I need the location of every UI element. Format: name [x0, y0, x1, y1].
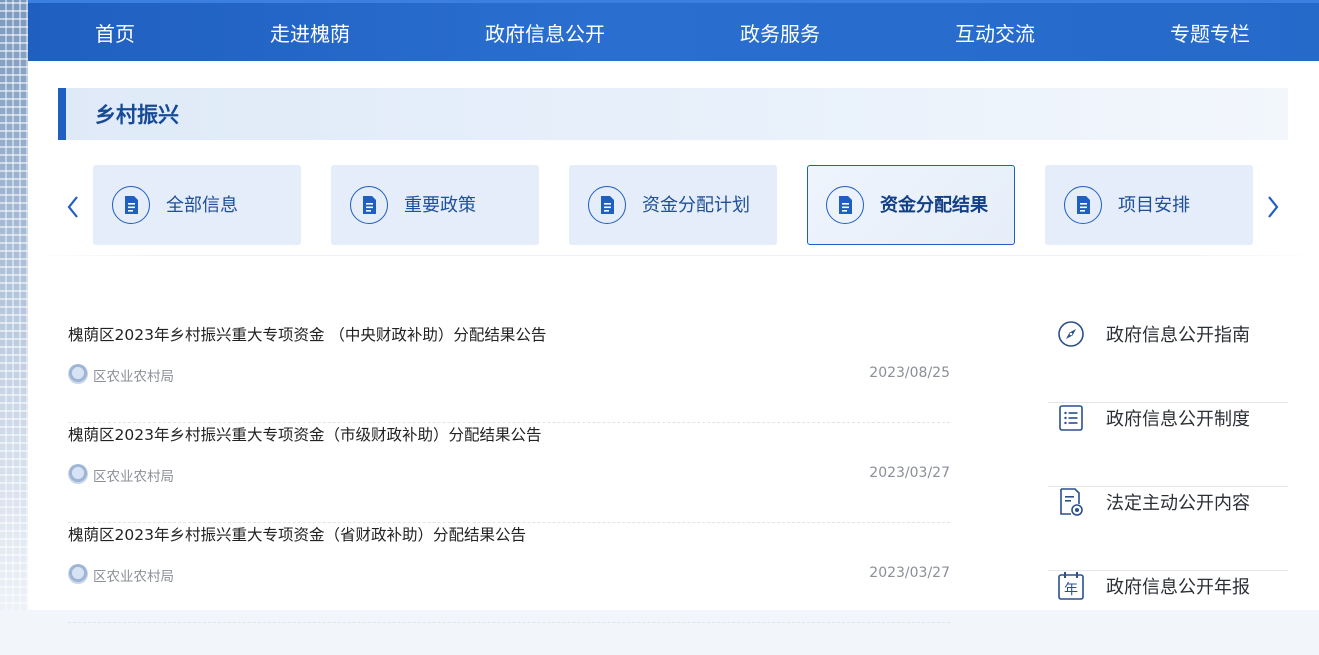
- tab-project-arrangement[interactable]: 项目安排: [1045, 165, 1253, 245]
- document-icon: [350, 186, 388, 224]
- nav-item-gov-info[interactable]: 政府信息公开: [485, 3, 605, 61]
- main-content: 乡村振兴 全部信息 重要政策 资金分配计划 资金分配结果 项目安排 槐荫区202…: [28, 61, 1319, 623]
- tab-all-info[interactable]: 全部信息: [93, 165, 301, 245]
- tab-fund-result[interactable]: 资金分配结果: [807, 165, 1015, 245]
- nav-item-home[interactable]: 首页: [95, 3, 135, 61]
- sidebar-item-legal-content[interactable]: 法定主动公开内容: [1048, 487, 1288, 571]
- department-logo-icon: [68, 364, 88, 384]
- sidebar-item-guide[interactable]: 政府信息公开指南: [1048, 319, 1288, 403]
- sidebar-item-label: 政府信息公开指南: [1106, 325, 1250, 346]
- top-nav: 首页 走进槐荫 政府信息公开 政务服务 互动交流 专题专栏: [28, 0, 1319, 61]
- list-icon: [1056, 403, 1086, 433]
- nav-item-topics[interactable]: 专题专栏: [1170, 3, 1250, 61]
- chevron-right-icon: [1268, 196, 1279, 218]
- list-item: 槐荫区2023年乡村振兴重大专项资金（市级财政补助）分配结果公告 区农业农村局 …: [68, 423, 950, 523]
- sidebar-item-system[interactable]: 政府信息公开制度: [1048, 403, 1288, 487]
- list-item: 槐荫区2023年乡村振兴重大专项资金（省财政补助）分配结果公告 区农业农村局 2…: [68, 523, 950, 623]
- article-department: 区农业农村局: [93, 469, 174, 485]
- tab-label: 项目安排: [1118, 195, 1190, 216]
- article-date: 2023/03/27: [869, 565, 950, 581]
- list-item: 槐荫区2023年乡村振兴重大专项资金 （中央财政补助）分配结果公告 区农业农村局…: [68, 323, 950, 423]
- carousel-next-button[interactable]: [1262, 189, 1284, 225]
- document-badge-icon: [1056, 487, 1086, 517]
- article-department: 区农业农村局: [93, 369, 174, 385]
- left-decorative-strip: [0, 0, 28, 610]
- article-date: 2023/03/27: [869, 465, 950, 481]
- article-date: 2023/08/25: [869, 365, 950, 381]
- sidebar-item-label: 法定主动公开内容: [1106, 493, 1250, 514]
- nav-item-about[interactable]: 走进槐荫: [270, 3, 350, 61]
- sidebar-item-label: 政府信息公开年报: [1106, 577, 1250, 598]
- article-title-link[interactable]: 槐荫区2023年乡村振兴重大专项资金 （中央财政补助）分配结果公告: [68, 323, 546, 345]
- section-title: 乡村振兴: [95, 103, 179, 127]
- department-logo-icon: [68, 464, 88, 484]
- section-header: 乡村振兴: [58, 88, 1288, 140]
- article-title-link[interactable]: 槐荫区2023年乡村振兴重大专项资金（市级财政补助）分配结果公告: [68, 423, 541, 445]
- article-department: 区农业农村局: [93, 569, 174, 585]
- calendar-year-icon: 年: [1056, 571, 1086, 601]
- sidebar-item-label: 政府信息公开制度: [1106, 409, 1250, 430]
- tab-label: 资金分配结果: [880, 195, 988, 216]
- nav-item-services[interactable]: 政务服务: [740, 3, 820, 61]
- tab-label: 重要政策: [404, 195, 476, 216]
- sidebar-item-annual-report[interactable]: 年 政府信息公开年报: [1048, 571, 1288, 655]
- tab-important-policy[interactable]: 重要政策: [331, 165, 539, 245]
- department-logo-icon: [68, 564, 88, 584]
- article-title-link[interactable]: 槐荫区2023年乡村振兴重大专项资金（省财政补助）分配结果公告: [68, 523, 526, 545]
- document-icon: [112, 186, 150, 224]
- section-divider: [28, 255, 1319, 256]
- document-icon: [588, 186, 626, 224]
- svg-text:年: 年: [1064, 582, 1078, 598]
- chevron-left-icon: [67, 196, 78, 218]
- document-icon: [826, 186, 864, 224]
- compass-icon: [1056, 319, 1086, 349]
- tab-fund-plan[interactable]: 资金分配计划: [569, 165, 777, 245]
- tab-label: 资金分配计划: [642, 195, 750, 216]
- document-icon: [1064, 186, 1102, 224]
- carousel-prev-button[interactable]: [62, 189, 84, 225]
- tab-label: 全部信息: [166, 195, 238, 216]
- nav-item-interaction[interactable]: 互动交流: [955, 3, 1035, 61]
